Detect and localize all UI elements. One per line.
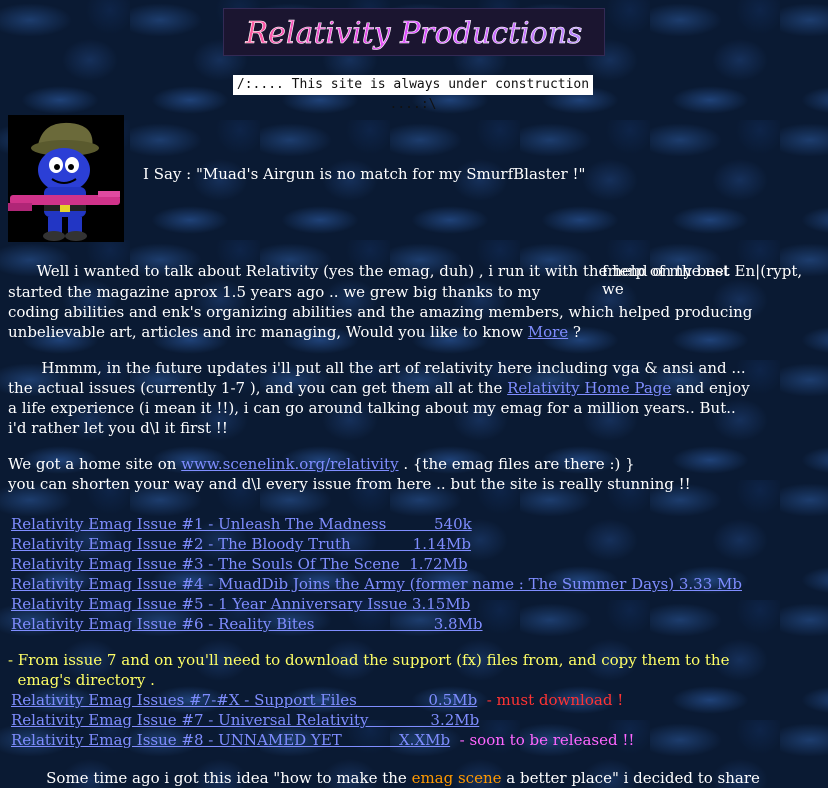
intro-text-1c: started the magazine aprox 1.5 years ago… bbox=[8, 283, 541, 301]
issue-3-link[interactable]: Relativity Emag Issue #3 - The Souls Of … bbox=[11, 555, 468, 573]
must-download-note: - must download ! bbox=[477, 691, 624, 709]
homesite-text-b: . {the emag files are there :) } bbox=[398, 455, 635, 473]
closing-paragraph: Some time ago i got this idea "how to ma… bbox=[8, 768, 808, 788]
list-item: Relativity Emag Issue #6 - Reality Bites… bbox=[11, 614, 742, 634]
list-item: Relativity Emag Issue #5 - 1 Year Annive… bbox=[11, 594, 742, 614]
homesite-paragraph: We got a home site on www.scenelink.org/… bbox=[8, 454, 808, 494]
list-item: Relativity Emag Issue #4 - MuadDib Joins… bbox=[11, 574, 742, 594]
issue-2-link[interactable]: Relativity Emag Issue #2 - The Bloody Tr… bbox=[11, 535, 471, 553]
under-construction-banner: /:.... This site is always under constru… bbox=[233, 75, 593, 112]
future-text-e: i'd rather let you d\l it first !! bbox=[8, 419, 228, 437]
list-item: Relativity Emag Issue #3 - The Souls Of … bbox=[11, 554, 742, 574]
list-item: Relativity Emag Issue #1 - Unleash The M… bbox=[11, 514, 742, 534]
smurf-soldier-avatar bbox=[8, 115, 124, 242]
list-item: Relativity Emag Issue #8 - UNNAMED YET X… bbox=[11, 730, 634, 750]
support-note-line-2: emag's directory . bbox=[8, 671, 155, 689]
future-text-d: a life experience (i mean it !!), i can … bbox=[8, 399, 736, 417]
emag-scene-text: emag scene bbox=[411, 769, 502, 787]
issue-6-link[interactable]: Relativity Emag Issue #6 - Reality Bites… bbox=[11, 615, 483, 633]
issue-8-link[interactable]: Relativity Emag Issue #8 - UNNAMED YET X… bbox=[11, 731, 450, 749]
issue-list-2: Relativity Emag Issues #7-#X - Support F… bbox=[11, 690, 634, 750]
issue-5-link[interactable]: Relativity Emag Issue #5 - 1 Year Annive… bbox=[11, 595, 470, 613]
future-text-c: and enjoy bbox=[671, 379, 750, 397]
support-note-line-1: - From issue 7 and on you'll need to dow… bbox=[8, 651, 730, 669]
relativity-home-page-link[interactable]: Relativity Home Page bbox=[507, 379, 671, 397]
issue-7-link[interactable]: Relativity Emag Issue #7 - Universal Rel… bbox=[11, 711, 479, 729]
list-item: Relativity Emag Issue #2 - The Bloody Tr… bbox=[11, 534, 742, 554]
list-item: Relativity Emag Issue #7 - Universal Rel… bbox=[11, 710, 634, 730]
quote-text: I Say : "Muad's Airgun is no match for m… bbox=[143, 165, 586, 183]
issue-list: Relativity Emag Issue #1 - Unleash The M… bbox=[11, 514, 742, 634]
future-text-a: Hmmm, in the future updates i'll put all… bbox=[41, 359, 746, 377]
closing-text-1: Some time ago i got this idea "how to ma… bbox=[46, 769, 412, 787]
soon-released-note: - soon to be released !! bbox=[450, 731, 635, 749]
intro-text-1d: coding abilities and enk's organizing ab… bbox=[8, 303, 753, 321]
homesite-text-c: you can shorten your way and d\l every i… bbox=[8, 475, 691, 493]
support-files-link[interactable]: Relativity Emag Issues #7-#X - Support F… bbox=[11, 691, 477, 709]
relativity-logo-banner: Relativity Productions bbox=[223, 8, 605, 56]
issue-4-link[interactable]: Relativity Emag Issue #4 - MuadDib Joins… bbox=[11, 575, 742, 593]
scenelink-site-link[interactable]: www.scenelink.org/relativity bbox=[181, 455, 398, 473]
closing-text-2: a better place" i decided to share bbox=[501, 769, 760, 787]
intro-paragraph: started the magazine aprox 1.5 years ago… bbox=[8, 282, 808, 342]
issue-1-link[interactable]: Relativity Emag Issue #1 - Unleash The M… bbox=[11, 515, 472, 533]
intro-text-1e: unbelievable art, articles and irc manag… bbox=[8, 323, 528, 341]
banner-logo-text: Relativity Productions bbox=[245, 16, 583, 51]
future-paragraph: Hmmm, in the future updates i'll put all… bbox=[8, 358, 808, 438]
more-link[interactable]: More bbox=[528, 323, 568, 341]
support-files-note: - From issue 7 and on you'll need to dow… bbox=[8, 650, 808, 690]
homesite-text-a: We got a home site on bbox=[8, 455, 182, 473]
future-text-b: the actual issues (currently 1-7 ), and … bbox=[8, 379, 508, 397]
intro-text-1f: ? bbox=[568, 323, 581, 341]
list-item: Relativity Emag Issues #7-#X - Support F… bbox=[11, 690, 634, 710]
